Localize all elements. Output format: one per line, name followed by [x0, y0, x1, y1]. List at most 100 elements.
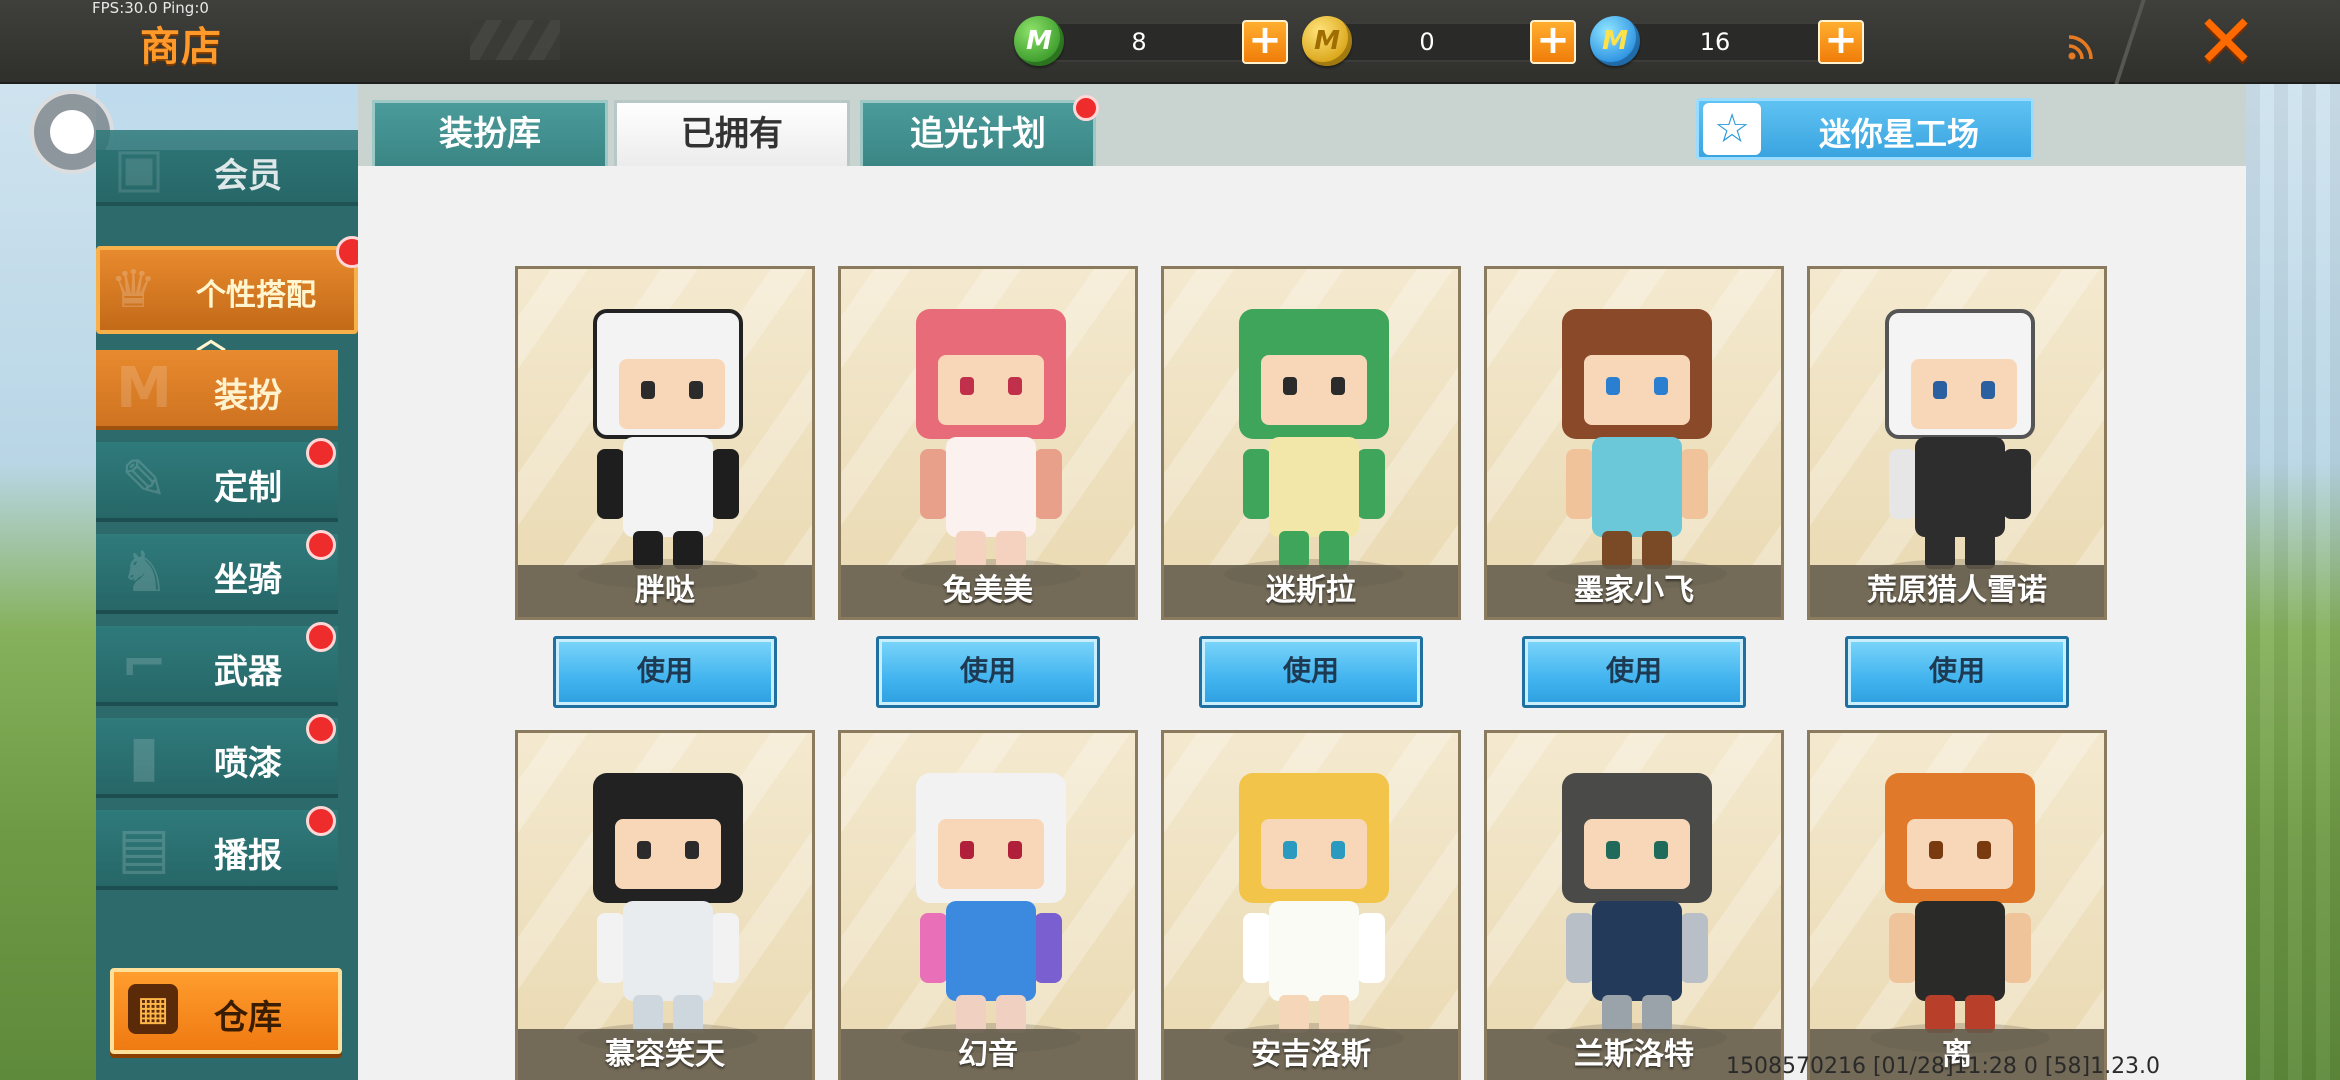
- page-title: 商店: [140, 24, 222, 70]
- character-figure: [1239, 309, 1389, 569]
- sidebar-item-label: 坐骑: [214, 560, 282, 600]
- character-head: [1885, 773, 2035, 903]
- character-head: [1239, 309, 1389, 439]
- character-head: [1562, 773, 1712, 903]
- trophy-icon: ♛: [110, 260, 157, 320]
- sidebar-item-label: 喷漆: [214, 744, 282, 784]
- top-bar: FPS:30.0 Ping:0 商店 M 8 + M 0 + M 16 + ✕: [0, 0, 2340, 85]
- skin-card-li[interactable]: 离: [1807, 730, 2107, 1080]
- use-skin-button[interactable]: 使用: [876, 636, 1100, 708]
- character-figure: [593, 773, 743, 1033]
- mini-star-workshop-button[interactable]: ☆ 迷你星工场: [1696, 98, 2034, 160]
- add-blue-currency-button[interactable]: +: [1818, 20, 1864, 64]
- tab-light-chaser-plan[interactable]: 追光计划: [860, 95, 1099, 168]
- warehouse-button[interactable]: ▦ 仓库: [110, 968, 342, 1054]
- skin-grid: 胖哒 使用 兔美美 使用 迷斯拉 使用 墨家小飞 使用 荒原猎人雪诺 使用 慕容…: [358, 166, 2246, 1080]
- sidebar-item-outfit[interactable]: M 装扮: [96, 350, 338, 430]
- notification-badge: [306, 714, 336, 744]
- currency-blue-points: M 16 +: [1590, 16, 1870, 66]
- sidebar-item-weapon[interactable]: ⌐ 武器: [96, 622, 338, 706]
- gift-box-icon: ▤: [117, 816, 171, 881]
- character-figure: [1885, 309, 2035, 569]
- chest-icon: ▦: [128, 984, 178, 1034]
- close-icon: ✕: [2194, 0, 2257, 85]
- add-green-currency-button[interactable]: +: [1242, 20, 1288, 64]
- notification-badge: [306, 622, 336, 652]
- character-head: [1562, 309, 1712, 439]
- tab-owned[interactable]: 已拥有: [614, 100, 850, 172]
- sidebar-item-label: 定制: [214, 468, 282, 508]
- currency-amount: 8: [1131, 28, 1147, 56]
- member-icon: ▣: [113, 136, 165, 199]
- record-icon: [50, 110, 94, 154]
- main-panel: 装扮库 已拥有 追光计划 ☆ 迷你星工场 胖哒 使用 兔美美 使用 迷斯拉 使用…: [358, 84, 2246, 1080]
- sidebar-item-mount[interactable]: ♞ 坐骑: [96, 530, 338, 614]
- sidebar-item-broadcast[interactable]: ▤ 播报: [96, 806, 338, 890]
- notification-badge: [1073, 95, 1099, 121]
- pencil-icon: ✎: [120, 448, 168, 513]
- star-workshop-label: 迷你星工场: [1819, 115, 1980, 153]
- spray-can-icon: ▮: [128, 724, 160, 789]
- character-face: [619, 359, 725, 429]
- gold-coin-icon: M: [1302, 16, 1352, 66]
- skin-card-rabbit[interactable]: 兔美美: [838, 266, 1138, 620]
- notification-badge: [306, 806, 336, 836]
- skin-card-mohist[interactable]: 墨家小飞: [1484, 266, 1784, 620]
- character-figure: [1562, 773, 1712, 1033]
- close-button[interactable]: ✕: [2176, 0, 2276, 85]
- currency-gold-coins: M 0 +: [1302, 16, 1582, 66]
- character-figure: [916, 309, 1066, 569]
- mount-icon: ♞: [118, 540, 170, 605]
- use-skin-button[interactable]: 使用: [1845, 636, 2069, 708]
- star-icon: ☆: [1703, 103, 1761, 155]
- skin-name: 慕容笑天: [518, 1029, 812, 1080]
- skin-card-angelos[interactable]: 安吉洛斯: [1161, 730, 1461, 1080]
- add-gold-currency-button[interactable]: +: [1530, 20, 1576, 64]
- green-coin-icon: M: [1014, 16, 1064, 66]
- skin-card-huanyin[interactable]: 幻音: [838, 730, 1138, 1080]
- decorative-stripes: [470, 20, 560, 60]
- background-scenery-left: [0, 84, 96, 1080]
- skin-card-lancelot[interactable]: 兰斯洛特: [1484, 730, 1784, 1080]
- currency-amount: 0: [1419, 28, 1435, 56]
- use-skin-button[interactable]: 使用: [553, 636, 777, 708]
- skin-name: 安吉洛斯: [1164, 1029, 1458, 1080]
- character-figure: [916, 773, 1066, 1033]
- character-figure: [1885, 773, 2035, 1033]
- skin-name: 幻音: [841, 1029, 1135, 1080]
- character-figure: [1562, 309, 1712, 569]
- character-head: [593, 773, 743, 903]
- character-head: [1885, 309, 2035, 439]
- skin-card-panda[interactable]: 胖哒: [515, 266, 815, 620]
- sidebar-item-label: 装扮: [214, 376, 282, 416]
- sidebar-group-label: 个性搭配 ︿: [196, 278, 316, 357]
- shirt-icon: M: [116, 356, 172, 421]
- tab-label: 装扮库: [439, 114, 541, 154]
- use-skin-button[interactable]: 使用: [1522, 636, 1746, 708]
- signal-icon: [2066, 32, 2096, 62]
- background-scenery-right: [2246, 84, 2340, 1080]
- skin-name: 墨家小飞: [1487, 565, 1781, 617]
- skin-card-murong[interactable]: 慕容笑天: [515, 730, 815, 1080]
- skin-card-wasteland-hunter[interactable]: 荒原猎人雪诺: [1807, 266, 2107, 620]
- sidebar-item-spray[interactable]: ▮ 喷漆: [96, 714, 338, 798]
- character-head: [916, 309, 1066, 439]
- sidebar-item-member[interactable]: ▣ 会员: [96, 130, 358, 206]
- character-figure: [1239, 773, 1389, 1033]
- sidebar-item-label: 播报: [214, 836, 282, 876]
- skin-card-dino[interactable]: 迷斯拉: [1161, 266, 1461, 620]
- skin-name: 荒原猎人雪诺: [1810, 565, 2104, 617]
- notification-badge: [306, 530, 336, 560]
- warehouse-label: 仓库: [214, 998, 282, 1038]
- character-head: [593, 309, 743, 439]
- use-skin-button[interactable]: 使用: [1199, 636, 1423, 708]
- currency-amount: 16: [1699, 28, 1731, 56]
- tab-label: 已拥有: [681, 114, 783, 154]
- tab-outfit-library[interactable]: 装扮库: [372, 100, 608, 168]
- character-head: [916, 773, 1066, 903]
- sidebar-item-custom[interactable]: ✎ 定制: [96, 438, 338, 522]
- skin-name: 迷斯拉: [1164, 565, 1458, 617]
- sidebar-group-personal-style[interactable]: ♛ 个性搭配 ︿: [96, 236, 368, 357]
- category-sidebar: ▣ 会员 ♛ 个性搭配 ︿ M 装扮 ✎ 定制 ♞ 坐骑 ⌐ 武器 ▮ 喷漆 ▤…: [96, 130, 368, 1080]
- skin-name: 兔美美: [841, 565, 1135, 617]
